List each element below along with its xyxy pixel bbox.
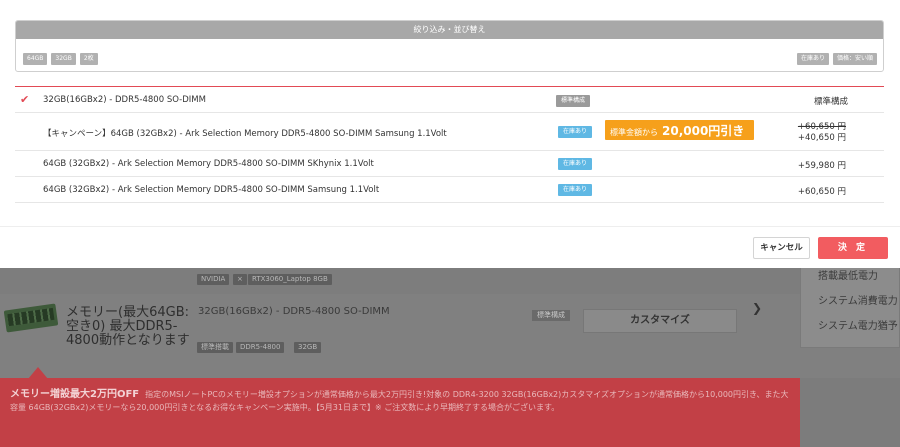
checkmark-icon: ✔ [20, 93, 30, 106]
filter-chip-64gb[interactable]: 64GB [23, 53, 48, 65]
option-row[interactable]: 【キャンペーン】64GB (32GBx2) - Ark Selection Me… [15, 113, 884, 151]
memory-tag: DDR5-4800 [236, 342, 285, 353]
cancel-button[interactable]: キャンセル [753, 237, 810, 259]
gpu-tag: RTX3060_Laptop 8GB [248, 274, 332, 285]
memory-tag: 32GB [294, 342, 322, 353]
memory-select-modal: 絞り込み・並び替え 64GB 32GB 2枚 在庫あり 価格：安い順 ✔ 32G… [0, 0, 900, 268]
gpu-row-strip: NVIDIA × RTX3060_Laptop 8GB [0, 268, 800, 294]
modal-footer-divider [0, 226, 900, 227]
option-price: +59,980 円 [797, 161, 846, 171]
sort-chips: 在庫あり 価格：安い順 [796, 53, 877, 65]
stock-badge: 在庫あり [558, 184, 593, 196]
standard-badge: 標準構成 [556, 95, 591, 107]
gpu-tag: NVIDIA [197, 274, 230, 285]
gpu-tag: × [233, 274, 247, 285]
right-edge-panel [800, 378, 900, 447]
option-row[interactable]: 64GB (32GBx2) - Ark Selection Memory DDR… [15, 177, 884, 203]
option-name: 64GB (32GBx2) - Ark Selection Memory DDR… [43, 185, 380, 195]
filter-panel: 絞り込み・並び替え 64GB 32GB 2枚 在庫あり 価格：安い順 [15, 20, 884, 72]
filter-chip-in-stock[interactable]: 在庫あり [796, 53, 829, 65]
campaign-banner: メモリー増設最大2万円OFF 指定のMSIノートPCのメモリー増設オプションが通常… [0, 378, 800, 447]
filter-chip-32gb[interactable]: 32GB [51, 53, 76, 65]
banner-title: メモリー増設最大2万円OFF [10, 389, 140, 400]
memory-tag: 標準搭載 [197, 342, 233, 353]
memory-section-title: メモリー(最大64GB:空き0) 最大DDR5-4800動作となります [66, 305, 190, 348]
sidebar-item-min-power[interactable]: 搭載最低電力 [818, 267, 878, 282]
option-price-discounted: +40,650 円 [797, 133, 846, 143]
memory-module-image [3, 303, 59, 333]
discount-amount: 20,000円引き [662, 124, 745, 138]
option-list: ✔ 32GB(16GBx2) - DDR5-4800 SO-DIMM 標準構成 … [15, 86, 884, 203]
filter-title: 絞り込み・並び替え [16, 21, 883, 39]
filter-chips: 64GB 32GB 2枚 [23, 53, 98, 65]
option-price: +60,650 円 [797, 187, 846, 197]
option-price: 標準構成 [813, 97, 848, 107]
sidebar-item-system-power[interactable]: システム消費電力 [818, 292, 898, 307]
option-name: 64GB (32GBx2) - Ark Selection Memory DDR… [43, 159, 374, 169]
filter-chip-2pcs[interactable]: 2枚 [79, 53, 98, 65]
discount-prefix: 標準金額から [610, 128, 658, 137]
stock-badge: 在庫あり [558, 126, 593, 138]
option-row[interactable]: ✔ 32GB(16GBx2) - DDR5-4800 SO-DIMM 標準構成 … [15, 87, 884, 113]
customize-button[interactable]: カスタマイズ [583, 309, 737, 333]
chevron-down-icon[interactable]: ❯ [752, 301, 762, 315]
option-name: 【キャンペーン】64GB (32GBx2) - Ark Selection Me… [43, 129, 447, 139]
memory-current-value: 32GB(16GBx2) - DDR5-4800 SO-DIMM [198, 306, 390, 317]
confirm-button[interactable]: 決 定 [818, 237, 888, 259]
standard-badge: 標準構成 [532, 310, 570, 321]
sidebar-item-power-margin[interactable]: システム電力猶予 [818, 317, 898, 332]
power-sidebar: 搭載最低電力 システム消費電力 システム電力猶予 [800, 258, 900, 348]
discount-badge: 標準金額から 20,000円引き [605, 120, 754, 140]
option-name: 32GB(16GBx2) - DDR5-4800 SO-DIMM [43, 95, 206, 105]
option-row[interactable]: 64GB (32GBx2) - Ark Selection Memory DDR… [15, 151, 884, 177]
sort-chip-price-asc[interactable]: 価格：安い順 [832, 53, 877, 65]
stock-badge: 在庫あり [558, 158, 593, 170]
